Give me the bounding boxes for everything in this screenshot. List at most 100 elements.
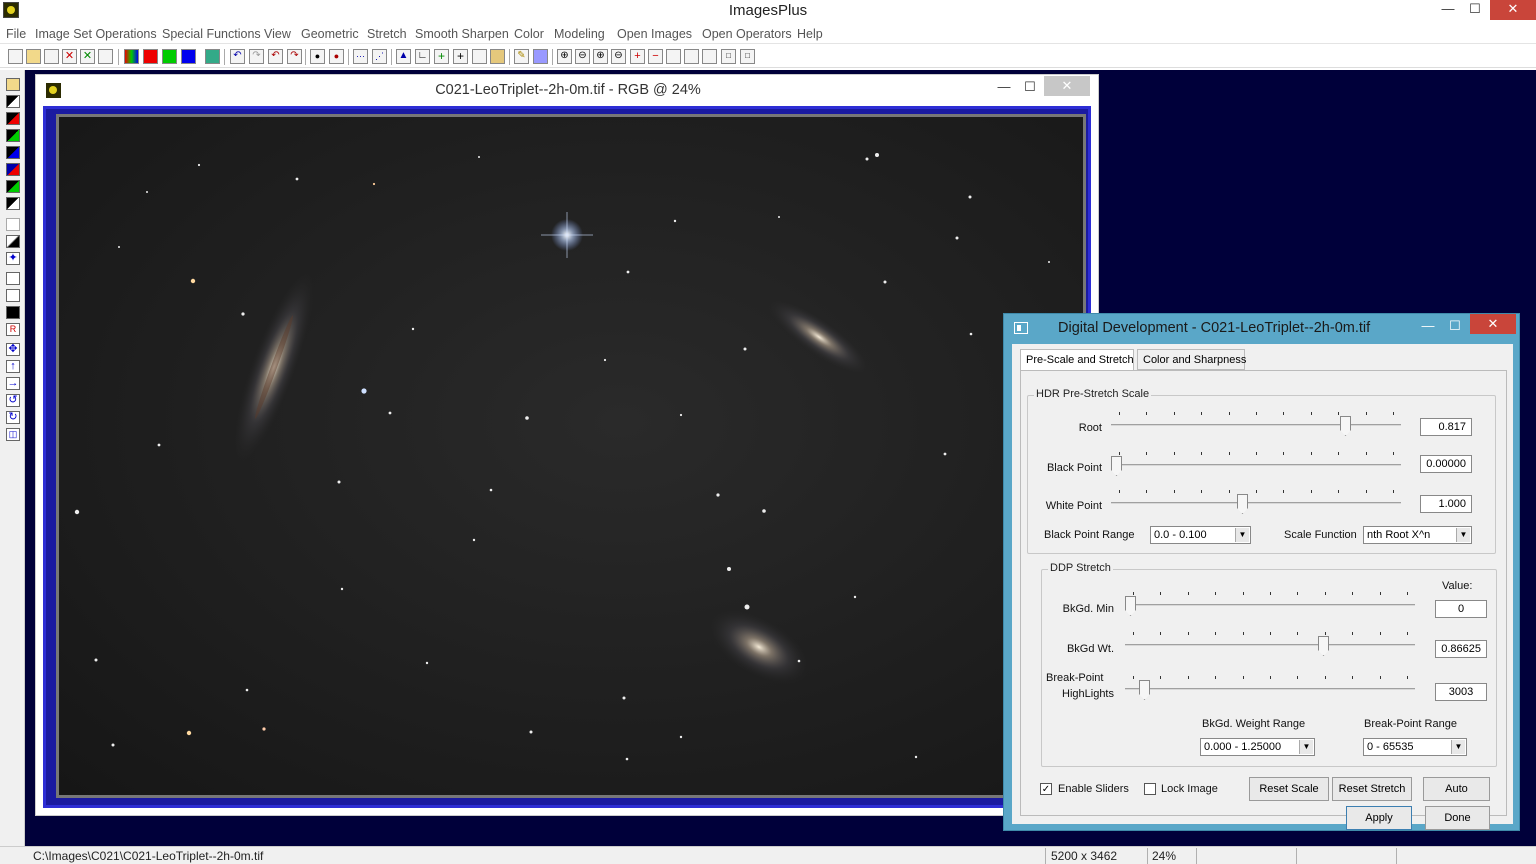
blue-channel-icon[interactable]	[181, 49, 196, 64]
close-icon[interactable]: ✕	[1490, 0, 1536, 20]
weight-range-select[interactable]: 0.000 - 1.25000 ▼	[1200, 738, 1315, 756]
menu-special-functions[interactable]: Special Functions	[162, 27, 261, 41]
image-close-icon[interactable]: ✕	[1044, 76, 1090, 96]
dialog-close-icon[interactable]: ✕	[1470, 314, 1516, 334]
slider-thumb[interactable]	[1139, 680, 1150, 700]
zoom-fit-icon[interactable]: ⊕	[593, 49, 608, 64]
tool-mix1-icon[interactable]	[6, 163, 20, 176]
frame2-icon[interactable]	[684, 49, 699, 64]
tool-rect-icon[interactable]: R	[6, 323, 20, 336]
image-maximize-icon[interactable]: ☐	[1018, 79, 1042, 95]
zoom-out-icon[interactable]: ⊖	[575, 49, 590, 64]
levels-icon[interactable]: ∟	[415, 49, 430, 64]
bkgd-min-value[interactable]: 0	[1435, 600, 1487, 618]
bkgd-wt-slider[interactable]	[1125, 632, 1415, 656]
star-icon[interactable]: ●	[310, 49, 325, 64]
red-channel-icon[interactable]	[143, 49, 158, 64]
astro-image[interactable]	[56, 114, 1086, 798]
pencil-icon[interactable]: ✎	[514, 49, 529, 64]
menu-color[interactable]: Color	[514, 27, 544, 41]
black-point-range-select[interactable]: 0.0 - 0.100 ▼	[1150, 526, 1251, 544]
mask-icon[interactable]: ●	[329, 49, 344, 64]
lock-image-checkbox[interactable]	[1144, 783, 1156, 795]
break-point-value[interactable]: 3003	[1435, 683, 1487, 701]
bp-range-select[interactable]: 0 - 65535 ▼	[1363, 738, 1467, 756]
tool-open-icon[interactable]	[6, 78, 20, 91]
slider-thumb[interactable]	[1340, 416, 1351, 436]
menu-image-set-operations[interactable]: Image Set Operations	[35, 27, 157, 41]
tool-rotate-right-icon[interactable]: ↻	[6, 411, 20, 424]
redo-all-icon[interactable]: ↷	[287, 49, 302, 64]
menu-geometric[interactable]: Geometric	[301, 27, 359, 41]
bkgd-min-slider[interactable]	[1125, 592, 1415, 616]
new-file-icon[interactable]	[8, 49, 23, 64]
apply-button[interactable]: Apply	[1346, 806, 1412, 830]
delete-icon[interactable]: ✕	[62, 49, 77, 64]
slider-thumb[interactable]	[1237, 494, 1248, 514]
tool-rotate-left-icon[interactable]: ↺	[6, 394, 20, 407]
slider-thumb[interactable]	[1125, 596, 1136, 616]
image-minimize-icon[interactable]: —	[992, 79, 1016, 94]
close-all-icon[interactable]: ✕	[80, 49, 95, 64]
menu-open-images[interactable]: Open Images	[617, 27, 692, 41]
tool-star-icon[interactable]: ✦	[6, 252, 20, 265]
auto-button[interactable]: Auto	[1423, 777, 1490, 801]
crosshair-icon[interactable]: +	[453, 49, 468, 64]
tab-color-sharpness[interactable]: Color and Sharpness	[1137, 349, 1246, 370]
menu-file[interactable]: File	[6, 27, 26, 41]
tool-lasso-icon[interactable]	[6, 218, 20, 231]
bkgd-wt-value[interactable]: 0.86625	[1435, 640, 1487, 658]
reset-scale-button[interactable]: Reset Scale	[1249, 777, 1329, 801]
tool-green-icon[interactable]	[6, 129, 20, 142]
open-folder-icon[interactable]	[26, 49, 41, 64]
break-point-slider[interactable]	[1125, 676, 1415, 700]
maximize-icon[interactable]: ☐	[1461, 0, 1489, 20]
zoom-actual-icon[interactable]: ⊖	[611, 49, 626, 64]
black-point-slider[interactable]	[1111, 452, 1401, 476]
rgb-channels-icon[interactable]	[124, 49, 139, 64]
undo-all-icon[interactable]: ↶	[268, 49, 283, 64]
frame3-icon[interactable]	[702, 49, 717, 64]
tool-gradient-icon[interactable]	[6, 235, 20, 248]
menu-view[interactable]: View	[264, 27, 291, 41]
grid-select-icon[interactable]	[533, 49, 548, 64]
print-icon[interactable]	[98, 49, 113, 64]
zoom-in-icon[interactable]: ⊕	[557, 49, 572, 64]
tool-right-icon[interactable]: →	[6, 377, 20, 390]
add-icon[interactable]: +	[434, 49, 449, 64]
image-icon[interactable]	[490, 49, 505, 64]
menu-modeling[interactable]: Modeling	[554, 27, 605, 41]
dialog-maximize-icon[interactable]: ☐	[1444, 318, 1466, 334]
grid-icon[interactable]	[205, 49, 220, 64]
expand-icon[interactable]: +	[630, 49, 645, 64]
frame5-icon[interactable]: □	[740, 49, 755, 64]
slider-thumb[interactable]	[1111, 456, 1122, 476]
curve-icon[interactable]: ⋰	[372, 49, 387, 64]
redo-icon[interactable]: ↷	[249, 49, 264, 64]
tool-mix2-icon[interactable]	[6, 180, 20, 193]
frame4-icon[interactable]: □	[721, 49, 736, 64]
done-button[interactable]: Done	[1425, 806, 1490, 830]
tool-black-icon[interactable]	[6, 95, 20, 108]
dialog-titlebar[interactable]: Digital Development - C021-LeoTriplet--2…	[1004, 314, 1519, 342]
menu-help[interactable]: Help	[797, 27, 823, 41]
white-point-value[interactable]: 1.000	[1420, 495, 1472, 513]
white-point-slider[interactable]	[1111, 490, 1401, 514]
black-point-value[interactable]: 0.00000	[1420, 455, 1472, 473]
green-channel-icon[interactable]	[162, 49, 177, 64]
shrink-icon[interactable]: −	[648, 49, 663, 64]
minimize-icon[interactable]: —	[1434, 0, 1462, 20]
histogram-icon[interactable]: ▲	[396, 49, 411, 64]
undo-icon[interactable]: ↶	[230, 49, 245, 64]
dotted-line-icon[interactable]: ···	[353, 49, 368, 64]
slider-thumb[interactable]	[1318, 636, 1329, 656]
root-value[interactable]: 0.817	[1420, 418, 1472, 436]
tool-select-icon[interactable]	[6, 272, 20, 285]
tool-red-icon[interactable]	[6, 112, 20, 125]
scale-function-select[interactable]: nth Root X^n ▼	[1363, 526, 1472, 544]
frame1-icon[interactable]	[666, 49, 681, 64]
tool-up-icon[interactable]: ↑	[6, 360, 20, 373]
menu-stretch[interactable]: Stretch	[367, 27, 407, 41]
save-icon[interactable]	[44, 49, 59, 64]
tab-pre-scale-stretch[interactable]: Pre-Scale and Stretch	[1020, 349, 1134, 371]
